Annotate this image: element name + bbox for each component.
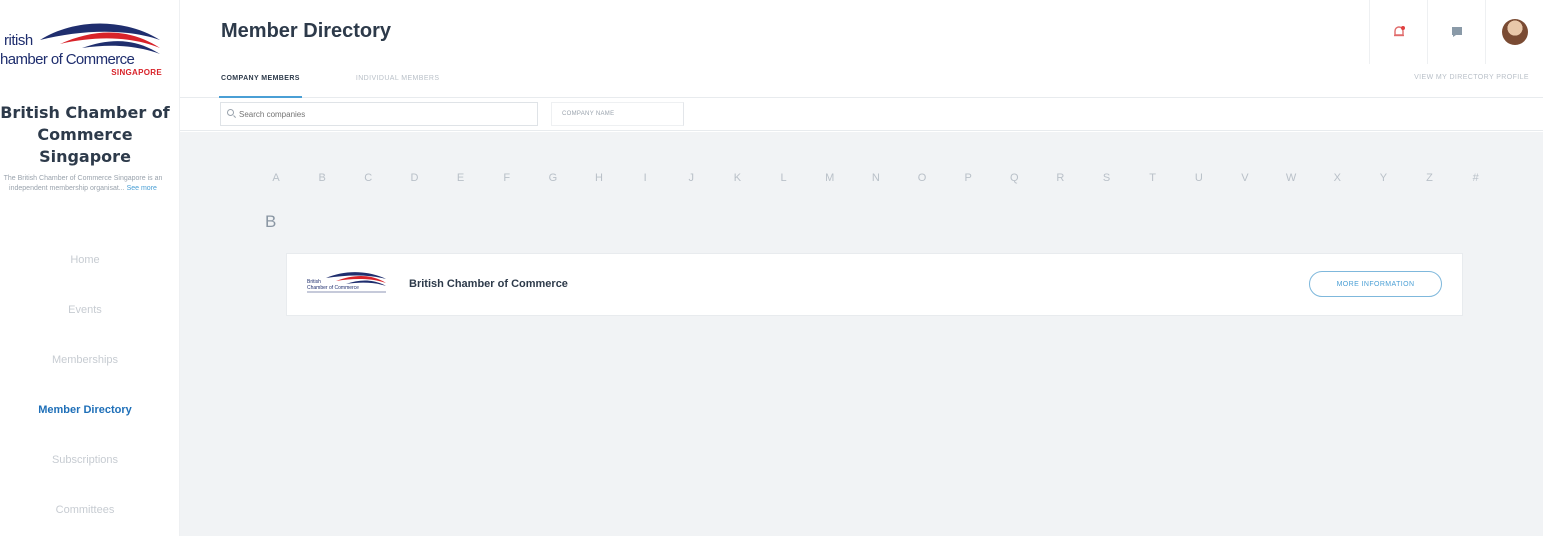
alphabet-letter-d[interactable]: D — [406, 172, 422, 184]
alphabet-filter: A B C D E F G H I J K L M N O P Q R S T U V W X Y Z # — [268, 172, 1484, 184]
alphabet-letter-p[interactable]: P — [960, 172, 976, 184]
alphabet-letter-r[interactable]: R — [1052, 172, 1068, 184]
sidebar-item-memberships[interactable]: Memberships — [0, 340, 170, 390]
directory-content: A B C D E F G H I J K L M N O P Q R S T U V W X Y Z # B British Ch… — [180, 132, 1543, 536]
alphabet-letter-g[interactable]: G — [545, 172, 561, 184]
header-icons — [1369, 0, 1543, 64]
alphabet-letter-j[interactable]: J — [683, 172, 699, 184]
logo-text-line1: ritish — [4, 32, 33, 49]
alphabet-letter-x[interactable]: X — [1329, 172, 1345, 184]
sidebar-item-member-directory[interactable]: Member Directory — [0, 390, 170, 440]
alphabet-letter-t[interactable]: T — [1145, 172, 1161, 184]
alphabet-letter-a[interactable]: A — [268, 172, 284, 184]
tab-individual-members[interactable]: INDIVIDUAL MEMBERS — [356, 68, 440, 98]
alphabet-letter-c[interactable]: C — [360, 172, 376, 184]
alphabet-letter-w[interactable]: W — [1283, 172, 1299, 184]
search-input[interactable] — [220, 102, 538, 126]
alphabet-letter-z[interactable]: Z — [1422, 172, 1438, 184]
section-letter: B — [265, 212, 277, 231]
company-name[interactable]: British Chamber of Commerce — [409, 278, 568, 290]
sidebar-item-events[interactable]: Events — [0, 290, 170, 340]
company-card: British Chamber of Commerce British Cham… — [286, 253, 1463, 316]
alphabet-letter-l[interactable]: L — [776, 172, 792, 184]
sidebar-item-subscriptions[interactable]: Subscriptions — [0, 440, 170, 490]
sort-select[interactable]: COMPANY NAME — [551, 102, 684, 126]
alphabet-letter-u[interactable]: U — [1191, 172, 1207, 184]
see-more-link[interactable]: See more — [127, 185, 157, 192]
alphabet-letter-e[interactable]: E — [453, 172, 469, 184]
alphabet-letter-q[interactable]: Q — [1006, 172, 1022, 184]
tab-company-members[interactable]: COMPANY MEMBERS — [219, 68, 302, 98]
user-menu[interactable] — [1485, 0, 1543, 64]
alphabet-letter-hash[interactable]: # — [1468, 172, 1484, 184]
bcc-logo[interactable]: ritish hamber of Commerce SINGAPORE — [0, 18, 170, 84]
alphabet-letter-s[interactable]: S — [1099, 172, 1115, 184]
alphabet-letter-y[interactable]: Y — [1375, 172, 1391, 184]
logo-text-singapore: SINGAPORE — [111, 68, 162, 77]
logo-text-line2: hamber of Commerce — [0, 51, 135, 68]
alphabet-letter-n[interactable]: N — [868, 172, 884, 184]
search-bar: COMPANY NAME — [180, 99, 1543, 131]
app-root: ritish hamber of Commerce SINGAPORE Brit… — [0, 0, 1543, 536]
company-logo-text2: Chamber of Commerce — [307, 285, 359, 291]
avatar[interactable] — [1501, 19, 1528, 45]
alphabet-letter-k[interactable]: K — [729, 172, 745, 184]
sidebar-nav: Home Events Memberships Member Directory… — [0, 240, 170, 536]
directory-tabs: COMPANY MEMBERS INDIVIDUAL MEMBERS — [219, 68, 440, 98]
page-title: Member Directory — [221, 20, 392, 42]
more-information-button[interactable]: MORE INFORMATION — [1309, 271, 1442, 297]
search-icon — [227, 109, 234, 116]
org-description: The British Chamber of Commerce Singapor… — [0, 174, 166, 194]
sidebar-item-committees[interactable]: Committees — [0, 490, 170, 536]
sidebar: ritish hamber of Commerce SINGAPORE Brit… — [0, 0, 180, 536]
alphabet-letter-m[interactable]: M — [822, 172, 838, 184]
page-header: Member Directory COMPANY MEMBERS INDIVID… — [180, 0, 1543, 98]
company-logo: British Chamber of Commerce — [306, 270, 388, 302]
chat-icon[interactable] — [1427, 0, 1485, 64]
alphabet-letter-h[interactable]: H — [591, 172, 607, 184]
org-name: British Chamber of Commerce Singapore — [0, 103, 170, 166]
alphabet-letter-b[interactable]: B — [314, 172, 330, 184]
sidebar-item-home[interactable]: Home — [0, 240, 170, 290]
view-directory-profile-link[interactable]: VIEW MY DIRECTORY PROFILE — [1414, 74, 1529, 81]
alphabet-letter-f[interactable]: F — [499, 172, 515, 184]
alphabet-letter-i[interactable]: I — [637, 172, 653, 184]
alphabet-letter-v[interactable]: V — [1237, 172, 1253, 184]
alphabet-letter-o[interactable]: O — [914, 172, 930, 184]
notification-bell-icon[interactable] — [1369, 0, 1427, 64]
